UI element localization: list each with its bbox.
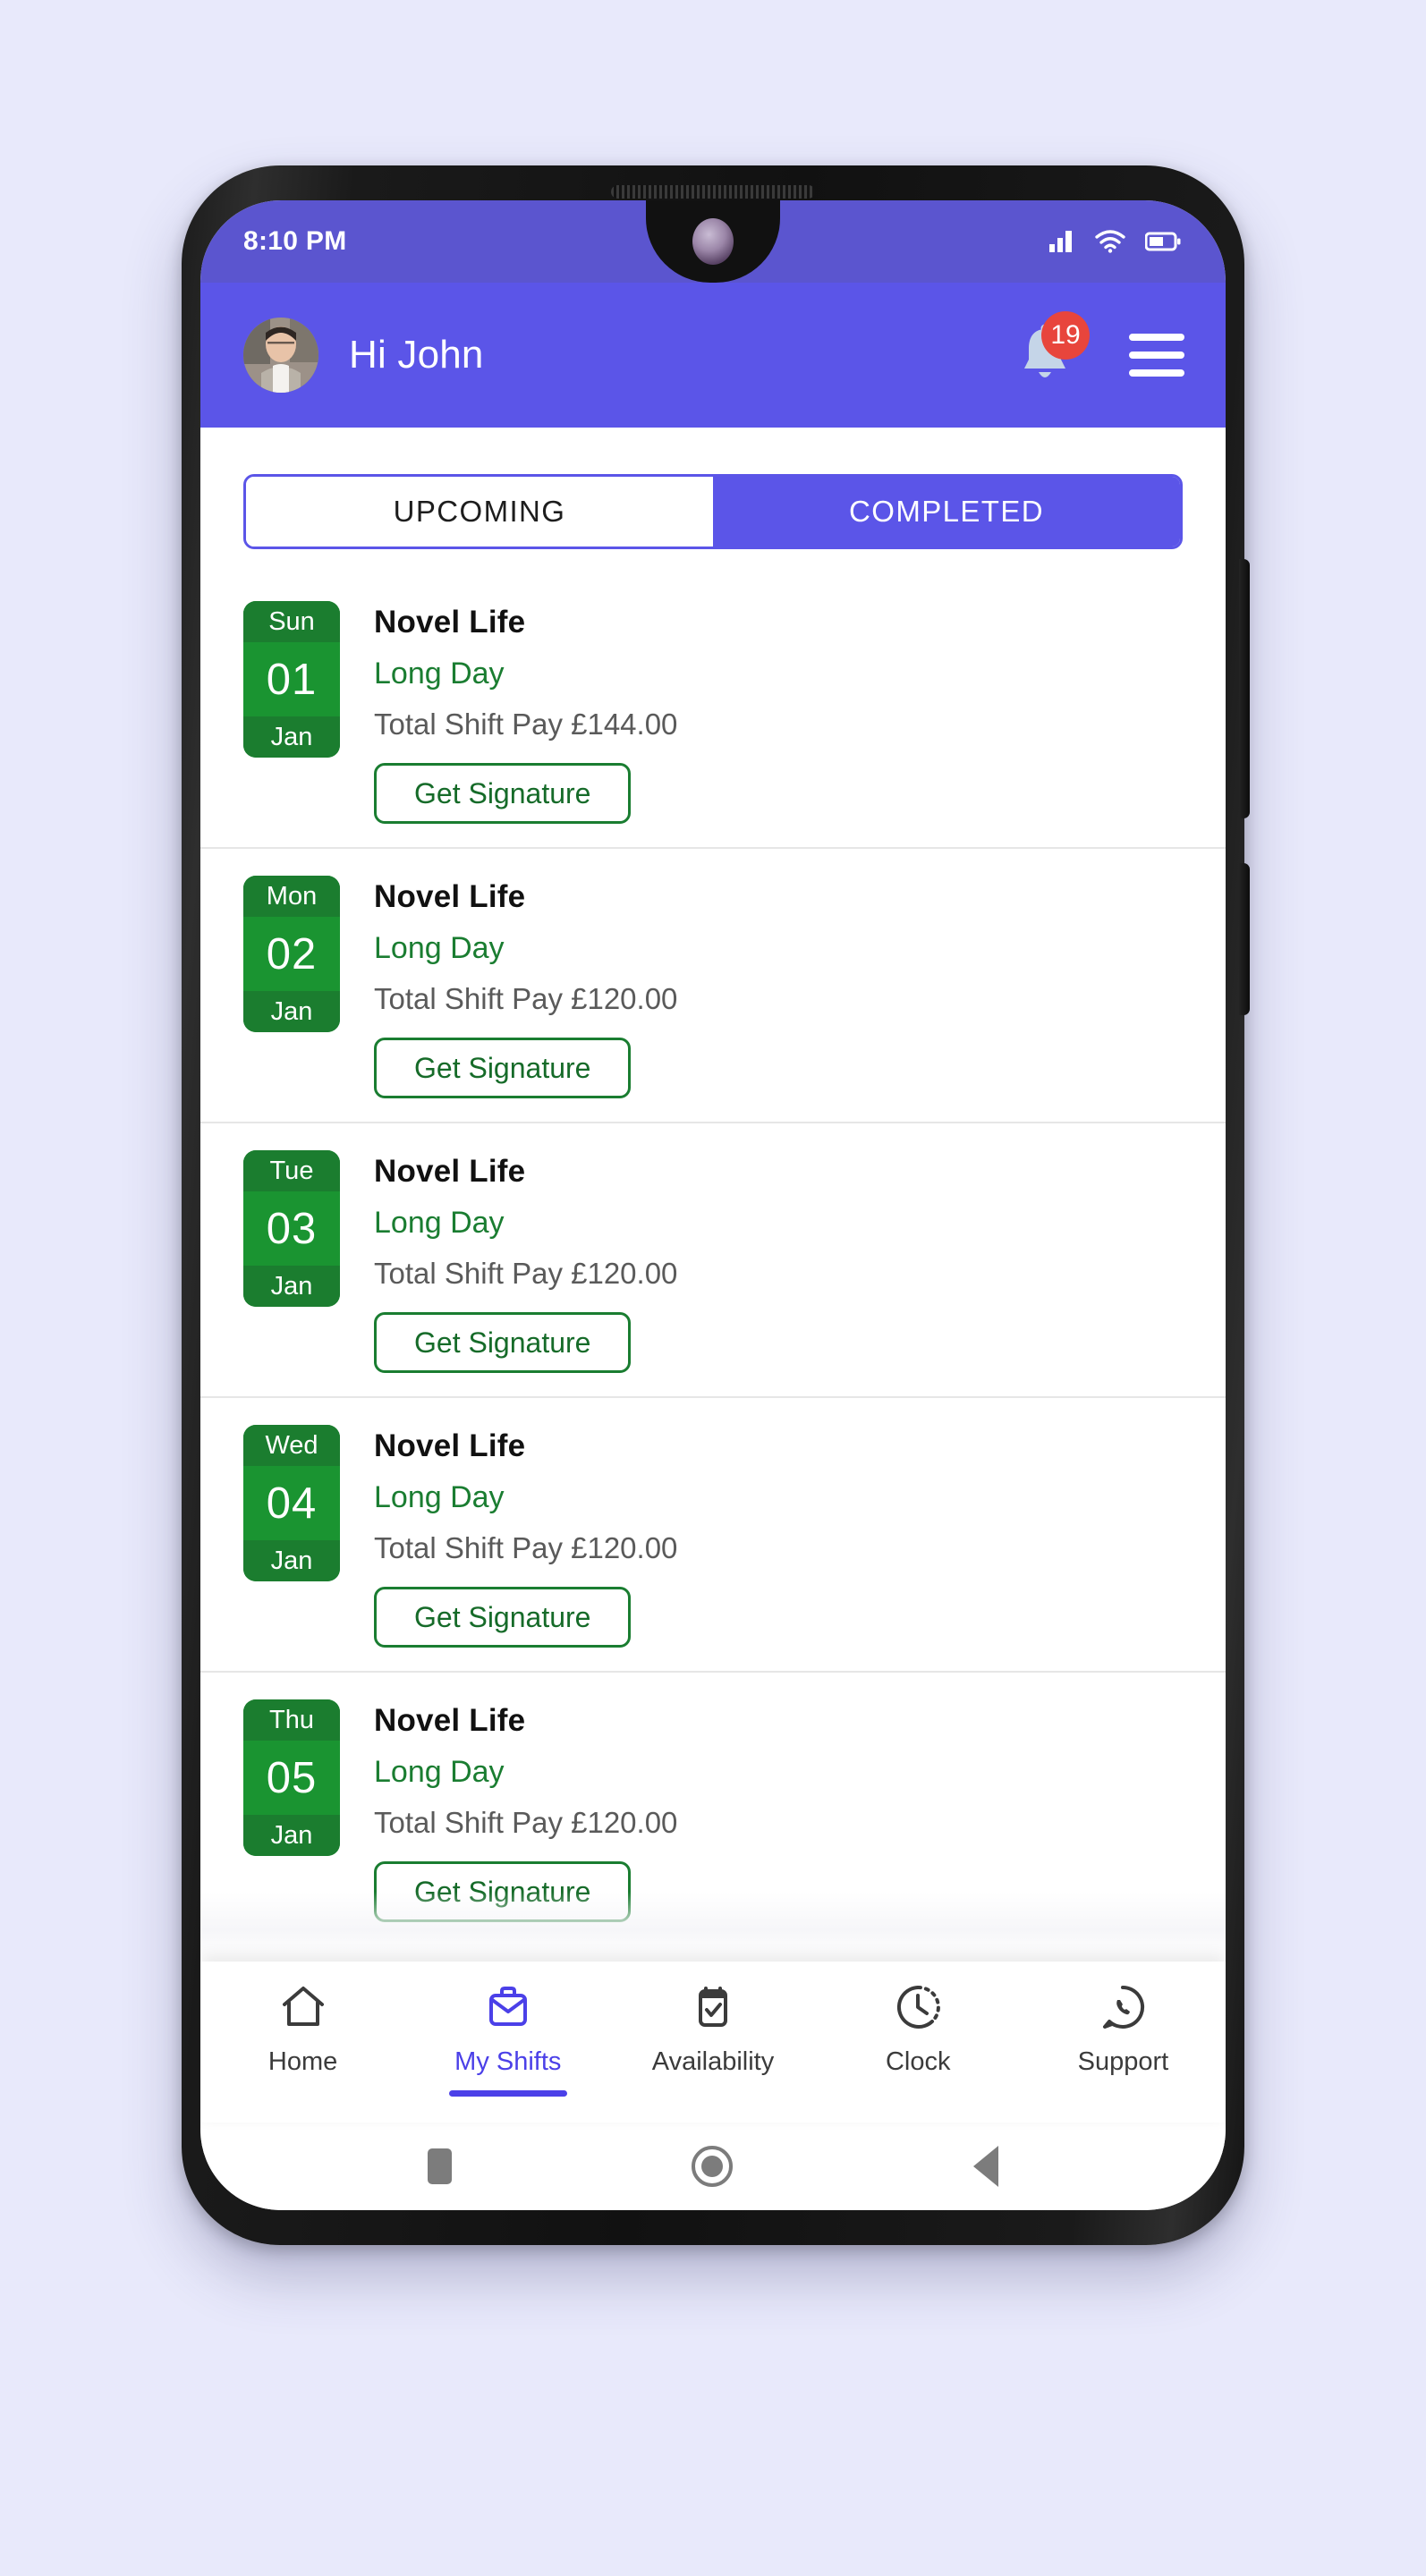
date-badge-day: 02 bbox=[266, 929, 318, 979]
shift-row[interactable]: Tue 03 Jan Novel Life Long Day Total Shi… bbox=[200, 1123, 1226, 1398]
notifications-button[interactable]: 19 bbox=[1013, 311, 1090, 394]
clock-icon bbox=[892, 1979, 944, 2035]
shift-type: Long Day bbox=[374, 1206, 505, 1240]
date-badge-month: Jan bbox=[243, 1540, 340, 1581]
nav-label: Clock bbox=[885, 2047, 951, 2076]
shift-client-name: Novel Life bbox=[374, 879, 526, 914]
shift-info: Novel Life Long Day Total Shift Pay £120… bbox=[374, 876, 1183, 1098]
date-badge: Mon 02 Jan bbox=[243, 876, 340, 1032]
date-badge-month: Jan bbox=[243, 991, 340, 1032]
shift-type: Long Day bbox=[374, 931, 505, 965]
app-header: Hi John 19 bbox=[200, 283, 1226, 428]
home-icon bbox=[277, 1979, 329, 2035]
date-badge-dow: Mon bbox=[243, 876, 340, 917]
nav-label: Availability bbox=[651, 2047, 775, 2076]
shift-list: Sun 01 Jan Novel Life Long Day Total Shi… bbox=[200, 574, 1226, 1945]
shift-client-name: Novel Life bbox=[374, 1154, 526, 1189]
tab-upcoming[interactable]: UPCOMING bbox=[246, 477, 713, 547]
android-system-nav bbox=[200, 2123, 1226, 2210]
shift-pay: Total Shift Pay £120.00 bbox=[374, 1257, 678, 1290]
shift-row[interactable]: Wed 04 Jan Novel Life Long Day Total Shi… bbox=[200, 1398, 1226, 1673]
shift-row[interactable]: Sun 01 Jan Novel Life Long Day Total Shi… bbox=[200, 574, 1226, 849]
date-badge-dow: Sun bbox=[243, 601, 340, 642]
bottom-navigation: Home My Shifts Availability Clock Suppor… bbox=[200, 1962, 1226, 2123]
shift-type: Long Day bbox=[374, 657, 505, 691]
get-signature-button[interactable]: Get Signature bbox=[374, 1038, 632, 1098]
date-badge-day: 01 bbox=[266, 655, 318, 704]
shift-pay: Total Shift Pay £120.00 bbox=[374, 982, 678, 1015]
front-camera-icon bbox=[692, 218, 734, 265]
signal-icon bbox=[1049, 231, 1072, 252]
date-badge-month: Jan bbox=[243, 1266, 340, 1307]
shift-info: Novel Life Long Day Total Shift Pay £120… bbox=[374, 1425, 1183, 1648]
greeting-text: Hi John bbox=[349, 333, 484, 377]
date-badge: Thu 05 Jan bbox=[243, 1699, 340, 1856]
date-badge-day: 05 bbox=[266, 1753, 318, 1802]
nav-label: My Shifts bbox=[454, 2047, 562, 2076]
nav-item-availability[interactable]: Availability bbox=[610, 1979, 815, 2077]
shift-client-name: Novel Life bbox=[374, 1703, 526, 1738]
status-bar-time: 8:10 PM bbox=[243, 226, 347, 256]
hamburger-menu-icon[interactable] bbox=[1129, 334, 1184, 377]
shift-info: Novel Life Long Day Total Shift Pay £120… bbox=[374, 1150, 1183, 1373]
shift-client-name: Novel Life bbox=[374, 1428, 526, 1463]
battery-icon bbox=[1145, 232, 1181, 251]
date-badge-dow: Tue bbox=[243, 1150, 340, 1191]
shift-info: Novel Life Long Day Total Shift Pay £144… bbox=[374, 601, 1183, 824]
get-signature-button[interactable]: Get Signature bbox=[374, 1861, 632, 1922]
date-badge: Tue 03 Jan bbox=[243, 1150, 340, 1307]
date-badge: Wed 04 Jan bbox=[243, 1425, 340, 1581]
get-signature-button[interactable]: Get Signature bbox=[374, 763, 632, 824]
shift-type: Long Day bbox=[374, 1755, 505, 1789]
wifi-icon bbox=[1095, 230, 1125, 253]
date-badge-month: Jan bbox=[243, 1815, 340, 1856]
active-tab-underline bbox=[448, 2090, 567, 2097]
volume-button[interactable] bbox=[1239, 559, 1250, 818]
nav-label: Home bbox=[267, 2047, 338, 2076]
nav-item-home[interactable]: Home bbox=[200, 1979, 405, 2077]
avatar[interactable] bbox=[243, 318, 318, 393]
whatsapp-icon bbox=[1097, 1979, 1149, 2035]
shift-row[interactable]: Thu 05 Jan Novel Life Long Day Total Shi… bbox=[200, 1673, 1226, 1945]
get-signature-button[interactable]: Get Signature bbox=[374, 1587, 632, 1648]
notification-badge: 19 bbox=[1041, 311, 1090, 360]
calendar-check-icon bbox=[687, 1979, 739, 2035]
briefcase-icon bbox=[482, 1979, 534, 2035]
date-badge-month: Jan bbox=[243, 716, 340, 758]
shift-info: Novel Life Long Day Total Shift Pay £120… bbox=[374, 1699, 1183, 1922]
date-badge-day: 04 bbox=[266, 1479, 318, 1528]
power-button[interactable] bbox=[1239, 863, 1250, 1015]
tab-completed[interactable]: COMPLETED bbox=[713, 477, 1180, 547]
nav-item-support[interactable]: Support bbox=[1021, 1979, 1226, 2077]
status-bar-icons bbox=[1048, 230, 1181, 253]
date-badge: Sun 01 Jan bbox=[243, 601, 340, 758]
earpiece-grille bbox=[611, 185, 815, 199]
date-badge-dow: Wed bbox=[243, 1425, 340, 1466]
recents-square-icon[interactable] bbox=[428, 2148, 453, 2184]
shift-pay: Total Shift Pay £120.00 bbox=[374, 1531, 678, 1564]
shift-type: Long Day bbox=[374, 1480, 505, 1514]
nav-item-clock[interactable]: Clock bbox=[816, 1979, 1021, 2077]
nav-label: Support bbox=[1077, 2047, 1169, 2076]
nav-item-my-shifts[interactable]: My Shifts bbox=[405, 1979, 610, 2097]
main-content: UPCOMING COMPLETED Sun 01 Jan Novel Life… bbox=[200, 428, 1226, 1962]
phone-frame: 8:10 PM Hi John 19 UPCOMING COMPLETED Su… bbox=[182, 165, 1250, 2245]
shift-pay: Total Shift Pay £144.00 bbox=[374, 708, 678, 741]
phone-screen: 8:10 PM Hi John 19 UPCOMING COMPLETED Su… bbox=[200, 200, 1226, 2210]
shift-status-tabs: UPCOMING COMPLETED bbox=[243, 474, 1183, 549]
shift-pay: Total Shift Pay £120.00 bbox=[374, 1806, 678, 1839]
date-badge-dow: Thu bbox=[243, 1699, 340, 1741]
date-badge-day: 03 bbox=[266, 1204, 318, 1253]
shift-row[interactable]: Mon 02 Jan Novel Life Long Day Total Shi… bbox=[200, 849, 1226, 1123]
back-triangle-icon[interactable] bbox=[972, 2146, 998, 2187]
shift-client-name: Novel Life bbox=[374, 605, 526, 640]
get-signature-button[interactable]: Get Signature bbox=[374, 1312, 632, 1373]
home-circle-icon[interactable] bbox=[692, 2146, 734, 2187]
